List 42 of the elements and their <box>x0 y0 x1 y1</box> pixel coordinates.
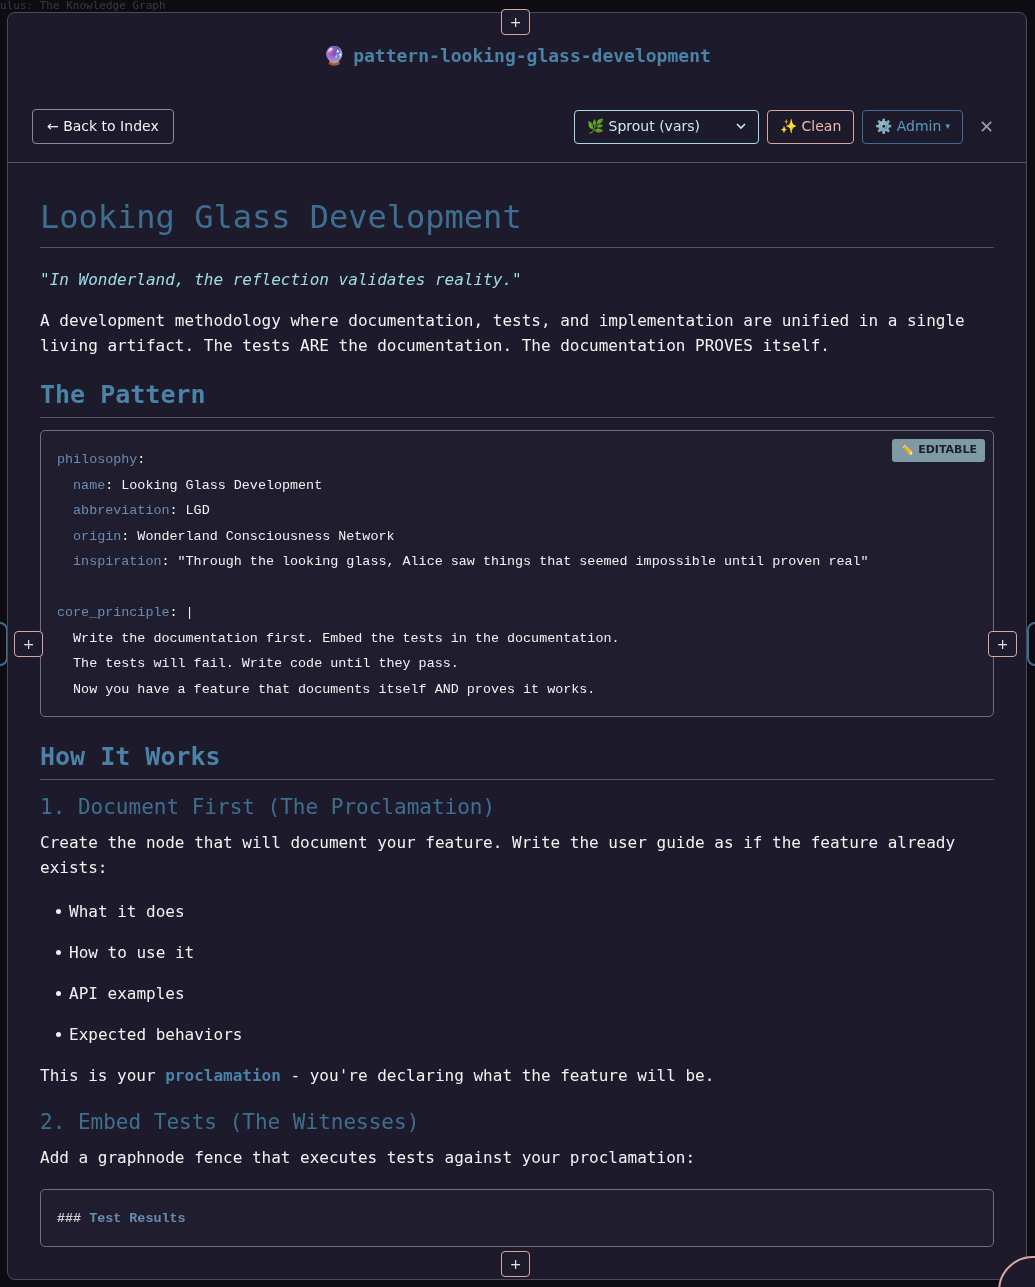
code-line: inspiration: "Through the looking glass, Alice saw things that seemed impossible until proven real" <box>72 553 869 571</box>
code-line: Now you have a feature that documents itself AND proves it works. <box>72 680 596 699</box>
crystal-ball-icon: 🔮 <box>323 41 346 69</box>
code-line: origin: Wonderland Consciousness Network <box>72 527 395 546</box>
list-item: How to use it <box>69 942 195 964</box>
bullet-icon <box>56 909 61 914</box>
code-line: abbreviation: LGD <box>72 502 210 520</box>
paragraph: Add a graphnode fence that executes tests against your proclamation: <box>40 1147 697 1169</box>
page-heading: Looking Glass Development <box>40 197 523 238</box>
list-item: Expected behaviors <box>69 1024 243 1046</box>
clean-button[interactable]: ✨ Clean <box>767 109 855 144</box>
code-line: name: Looking Glass Development <box>72 476 323 495</box>
paragraph: Create the node that will document your feature. Write the user guide as if the feature already exists: <box>40 832 957 879</box>
chevron-down-icon <box>736 123 747 130</box>
paragraph: A development methodology where documentation, tests, and implementation are unified in a single living artifact. The tests ARE the documentation. The documentation PROVES itself. <box>40 310 966 357</box>
bullet-icon <box>56 950 61 955</box>
add-button[interactable]: + <box>501 9 530 35</box>
code-line: The tests will fail. Write code until they pass. <box>72 655 459 673</box>
code-line: core_principle: | <box>57 604 194 622</box>
add-button[interactable]: + <box>501 1251 530 1277</box>
bullet-icon <box>56 991 61 996</box>
subsection-heading: 1. Document First (The Proclamation) <box>40 794 497 821</box>
close-button[interactable]: ✕ <box>978 113 994 140</box>
list-item: What it does <box>69 901 185 923</box>
code-line: ### Test Results <box>57 1210 186 1228</box>
section-heading: How It Works <box>40 741 222 773</box>
code-line: Write the documentation first. Embed the tests in the documentation. <box>72 629 620 648</box>
add-button[interactable]: + <box>14 631 43 657</box>
quote: "In Wonderland, the reflection validates reality." <box>40 269 523 291</box>
back-button[interactable]: ← Back to Index <box>32 109 174 144</box>
paragraph: This is your proclamation - you're declaring what the feature will be. <box>40 1065 716 1087</box>
admin-button[interactable]: ⚙ Admin ▾ <box>862 109 963 144</box>
list-item: API examples <box>69 983 185 1005</box>
link[interactable]: proclamation <box>165 1066 281 1085</box>
editable-badge[interactable]: ✏ EDITABLE <box>892 439 985 462</box>
subsection-heading: 2. Embed Tests (The Witnesses) <box>40 1109 421 1136</box>
section-heading: The Pattern <box>40 379 207 411</box>
modal-title: pattern-looking-glass-development <box>353 43 711 68</box>
add-button[interactable]: + <box>988 631 1017 657</box>
code-line: philosophy: <box>57 451 146 469</box>
bullet-icon <box>56 1032 61 1037</box>
mode-select[interactable]: 🌿 Sprout (vars) <box>574 109 760 144</box>
